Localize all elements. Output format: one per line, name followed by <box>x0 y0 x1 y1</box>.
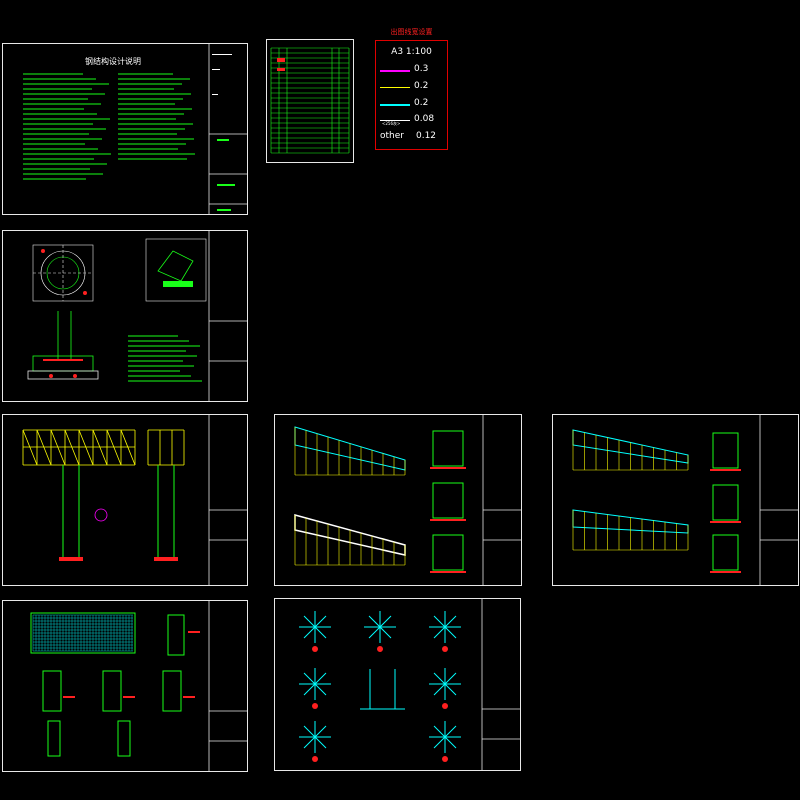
drawing-list-sheet <box>266 39 354 163</box>
legend-other-label: other <box>380 131 404 141</box>
legend-swatch-magenta <box>380 70 410 72</box>
truss-a-drawing <box>294 415 521 585</box>
legend-scale: A3 1:100 <box>391 47 432 57</box>
node-detail-sheet <box>274 598 521 771</box>
legend-row-cyan: 0.2 <box>380 98 446 110</box>
legend-sub-label: <256灰> <box>382 121 401 126</box>
lineweight-legend: 出图线宽设置 A3 1:100 0.3 0.2 0.2 <256灰> 0.08 … <box>375 28 448 150</box>
elevation-sheet <box>2 414 248 586</box>
foundation-sheet <box>2 230 248 402</box>
legend-swatch-cyan <box>380 104 410 106</box>
legend-title: 出图线宽设置 <box>390 28 433 36</box>
legend-row-white: <256灰> 0.08 <box>380 114 446 126</box>
design-notes-sheet: 钢结构设计说明 <box>2 43 248 215</box>
elevation-drawing <box>22 415 247 585</box>
legend-value: 0.08 <box>414 114 435 124</box>
drawing-list-table <box>270 47 350 154</box>
legend-value: 0.2 <box>414 98 429 108</box>
panel-drawing <box>30 601 247 771</box>
panel-detail-sheet <box>2 600 248 772</box>
legend-row-yellow: 0.2 <box>380 81 446 93</box>
legend-value: 0.2 <box>414 81 429 91</box>
nodes-drawing <box>299 599 520 770</box>
foundation-drawing <box>27 231 247 401</box>
design-notes-title: 钢结构设计说明 <box>85 56 141 66</box>
legend-value: 0.3 <box>414 64 429 74</box>
truss-b-drawing <box>572 415 798 585</box>
design-notes-drawing: 钢结构设计说明 <box>23 44 247 214</box>
truss-detail-sheet-a <box>274 414 522 586</box>
legend-other: other 0.12 <box>380 131 436 141</box>
legend-row-magenta: 0.3 <box>380 64 446 76</box>
legend-swatch-yellow <box>380 87 410 88</box>
legend-other-value: 0.12 <box>415 131 437 141</box>
truss-detail-sheet-b <box>552 414 799 586</box>
